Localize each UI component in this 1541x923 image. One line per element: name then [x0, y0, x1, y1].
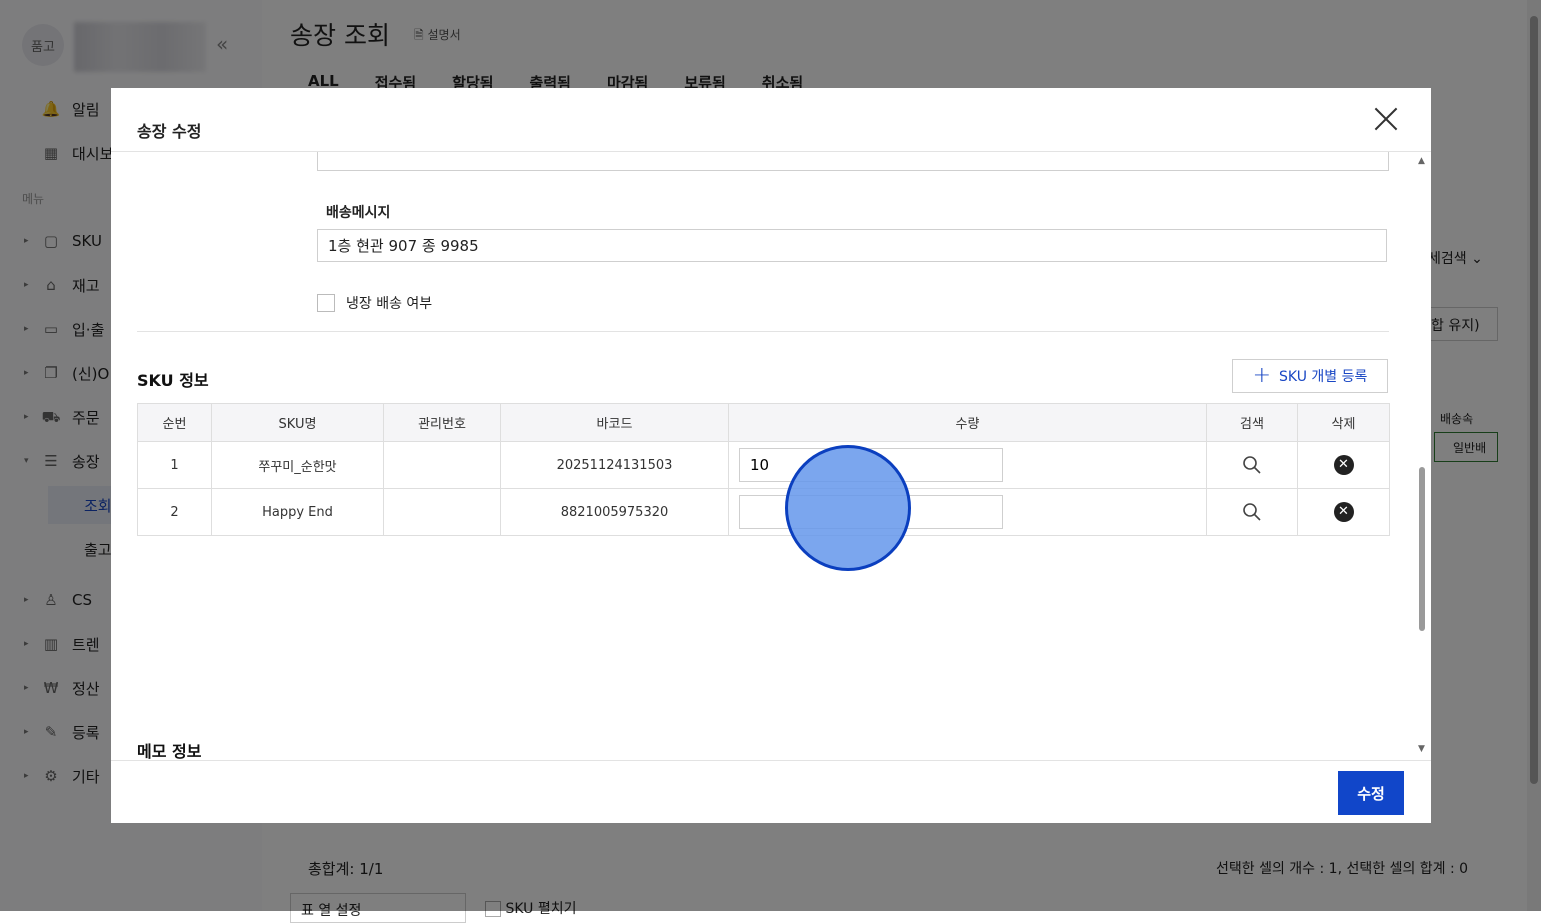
- column-header-quantity: 수량: [728, 403, 1207, 442]
- row-management-no: [383, 488, 501, 536]
- delivery-message-input[interactable]: [317, 229, 1387, 262]
- modal-header: 송장 수정: [111, 88, 1431, 152]
- table-header-row: 순번 SKU명 관리번호 바코드 수량 검색 삭제: [137, 403, 1390, 442]
- row-delete-cell: ✕: [1297, 488, 1390, 536]
- row-management-no: [383, 441, 501, 489]
- cold-delivery-checkbox[interactable]: [317, 294, 335, 312]
- column-header-management-no: 관리번호: [383, 403, 501, 442]
- row-sku-name: Happy End: [211, 488, 384, 536]
- delete-circle-icon[interactable]: ✕: [1333, 455, 1354, 475]
- memo-section-title: 메모 정보: [137, 742, 202, 760]
- column-header-barcode: 바코드: [500, 403, 729, 442]
- scroll-down-arrow-icon[interactable]: ▼: [1418, 744, 1425, 754]
- column-header-delete: 삭제: [1297, 403, 1390, 442]
- column-header-sku-name: SKU명: [211, 403, 384, 442]
- cold-delivery-label: 냉장 배송 여부: [346, 296, 433, 312]
- sku-section-title: SKU 정보: [137, 371, 209, 390]
- touch-indicator: [785, 445, 911, 571]
- column-header-index: 순번: [137, 403, 212, 442]
- section-divider: [137, 331, 1389, 332]
- table-row: 1 쭈꾸미_순한맛 20251124131503 ✕: [137, 441, 1390, 489]
- table-row: 2 Happy End 8821005975320 ✕: [137, 488, 1390, 536]
- add-sku-button[interactable]: + SKU 개별 등록: [1232, 359, 1388, 393]
- scroll-up-arrow-icon[interactable]: ▲: [1418, 156, 1425, 166]
- modal-footer: 수정: [111, 760, 1431, 824]
- search-icon[interactable]: [1242, 455, 1262, 475]
- sku-table: 순번 SKU명 관리번호 바코드 수량 검색 삭제 1 쭈꾸미_순한맛 2025…: [137, 403, 1390, 536]
- row-search-cell: [1206, 441, 1298, 489]
- row-index: 1: [137, 441, 212, 489]
- row-sku-name: 쭈꾸미_순한맛: [211, 441, 384, 489]
- modal-scrollbar-thumb[interactable]: [1419, 467, 1425, 631]
- row-barcode: 8821005975320: [500, 488, 729, 536]
- close-icon[interactable]: [1373, 106, 1399, 132]
- plus-icon: +: [1252, 363, 1272, 388]
- submit-edit-button[interactable]: 수정: [1338, 771, 1404, 815]
- modal-title: 송장 수정: [137, 122, 202, 141]
- row-index: 2: [137, 488, 212, 536]
- row-delete-cell: ✕: [1297, 441, 1390, 489]
- column-header-search: 검색: [1206, 403, 1298, 442]
- modal-scrollbar[interactable]: ▲ ▼: [1417, 154, 1429, 758]
- delete-circle-icon[interactable]: ✕: [1333, 502, 1354, 522]
- invoice-edit-modal: 송장 수정 배송메시지 냉장 배송 여부 SKU 정보 + SKU 개별 등록 …: [111, 88, 1431, 823]
- delivery-message-label: 배송메시지: [326, 205, 391, 221]
- search-icon[interactable]: [1242, 502, 1262, 522]
- previous-field-input[interactable]: [317, 152, 1389, 171]
- row-barcode: 20251124131503: [500, 441, 729, 489]
- modal-body: 배송메시지 냉장 배송 여부 SKU 정보 + SKU 개별 등록 순번 SKU…: [111, 152, 1431, 760]
- row-search-cell: [1206, 488, 1298, 536]
